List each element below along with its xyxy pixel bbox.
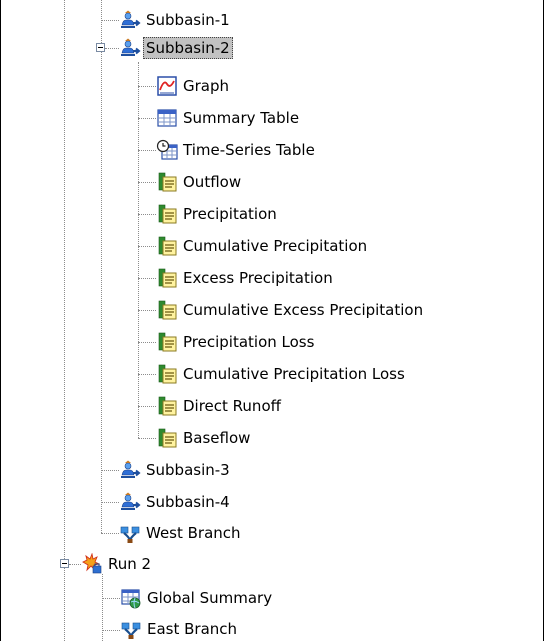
tree-item-direct-runoff[interactable]: Direct Runoff [156,394,284,418]
tree-item-cumulative-excess-precipitation[interactable]: Cumulative Excess Precipitation [156,298,426,322]
tree-line [101,533,119,534]
tree-item-summary-table[interactable]: Summary Table [156,106,302,130]
tree-item-precipitation[interactable]: Precipitation [156,202,280,226]
tree-item-global-summary[interactable]: Global Summary [120,586,275,610]
tree-item-label: Run 2 [108,555,152,573]
tree-item-time-series-table[interactable]: Time-Series Table [156,138,318,162]
tree-line [138,310,156,311]
tree-item-label: Subbasin-1 [146,11,230,29]
tree-item-east-branch[interactable]: East Branch [120,617,240,641]
tree-item-subbasin-1[interactable]: Subbasin-1 [119,8,233,32]
tree-item-label: Direct Runoff [183,397,281,415]
tree-line [138,182,156,183]
global-summary-icon [121,589,141,609]
tree-item-label: Graph [183,77,230,95]
collapse-toggle-run-2[interactable] [60,559,69,568]
tree-line [69,564,81,565]
tree-line [138,214,156,215]
tree-line [101,20,119,21]
tree-line [101,502,119,503]
tree-line [101,0,102,533]
tree-line [138,374,156,375]
tree-item-label: Baseflow [183,429,251,447]
tree-item-precipitation-loss[interactable]: Precipitation Loss [156,330,317,354]
tree-line [138,86,156,87]
tree-item-label: Precipitation Loss [183,333,315,351]
tree-item-label: Excess Precipitation [183,269,333,287]
tree-item-west-branch[interactable]: West Branch [119,521,244,545]
graph-icon [157,76,177,96]
tree-item-baseflow[interactable]: Baseflow [156,426,253,450]
tree-line [138,278,156,279]
tree-item-cumulative-precipitation[interactable]: Cumulative Precipitation [156,234,370,258]
tree-item-label: Subbasin-3 [146,461,230,479]
run-icon [82,553,102,574]
tree-item-label: Time-Series Table [183,141,315,159]
tree-item-label: East Branch [147,620,238,638]
tree-line [64,0,65,641]
tree-item-label: Cumulative Precipitation Loss [183,365,405,383]
subbasin-icon [120,37,140,57]
tree-line [138,438,156,439]
tree-line [138,342,156,343]
result-sheet-icon [158,204,177,224]
tree-line [101,470,119,471]
result-sheet-icon [158,268,177,288]
tree-line [138,150,156,151]
result-sheet-icon [158,300,177,320]
tree-line [102,598,120,599]
tree-item-label: Outflow [183,173,242,191]
tree-item-cumulative-precipitation-loss[interactable]: Cumulative Precipitation Loss [156,362,408,386]
tree-item-run-2[interactable]: Run 2 [81,552,154,576]
tree-line [138,406,156,407]
tree-item-graph[interactable]: Graph [156,74,232,98]
tree-item-label: Subbasin-4 [146,493,230,511]
tree-item-label: West Branch [146,524,241,542]
result-sheet-icon [158,428,177,448]
tree-line [102,630,120,631]
tree-line [138,246,156,247]
tree-line [105,48,119,49]
collapse-toggle-subbasin-2[interactable] [96,43,105,52]
tree-item-label: Precipitation [183,205,277,223]
result-sheet-icon [158,172,177,192]
result-sheet-icon [158,332,177,352]
tree-item-subbasin-2[interactable]: Subbasin-2 [119,36,233,60]
subbasin-icon [120,459,140,479]
tree-item-subbasin-4[interactable]: Subbasin-4 [119,490,233,514]
time-series-table-icon [156,139,178,160]
result-sheet-icon [158,396,177,416]
tree-view[interactable]: Subbasin-1 Subbasin-2 Graph Summary Tabl… [0,0,544,641]
tree-line [138,118,156,119]
junction-icon [120,621,142,640]
tree-item-label: Summary Table [183,109,300,127]
tree-item-label: Cumulative Precipitation [183,237,368,255]
tree-item-subbasin-3[interactable]: Subbasin-3 [119,458,233,482]
tree-item-excess-precipitation[interactable]: Excess Precipitation [156,266,336,290]
junction-icon [119,525,141,544]
tree-item-label: Cumulative Excess Precipitation [183,301,424,319]
subbasin-icon [120,491,140,511]
subbasin-icon [120,9,140,29]
tree-item-label: Subbasin-2 [143,37,233,59]
result-sheet-icon [158,364,177,384]
tree-item-outflow[interactable]: Outflow [156,170,244,194]
tree-item-label: Global Summary [147,589,273,607]
table-icon [157,109,177,127]
result-sheet-icon [158,236,177,256]
